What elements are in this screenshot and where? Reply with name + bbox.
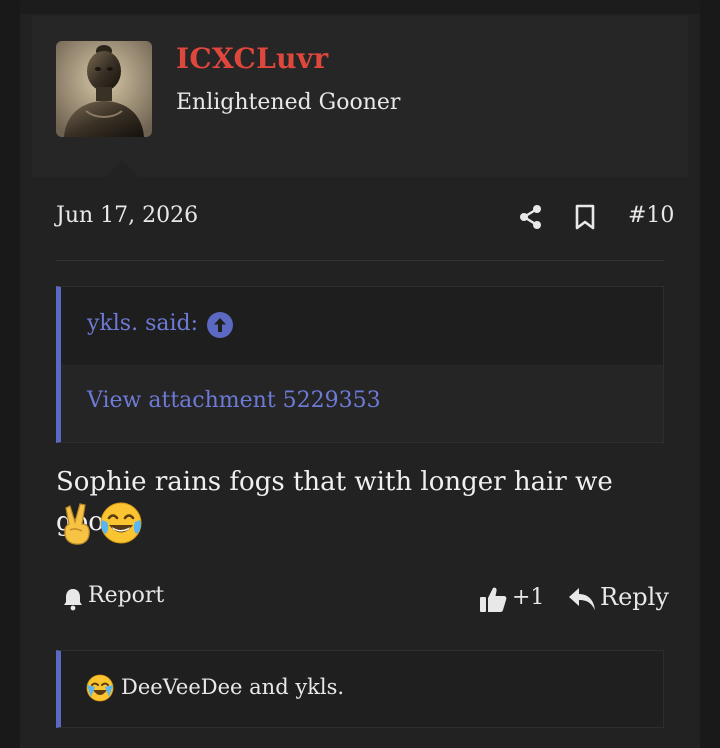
quote-block: ykls. said: View attachment 5229353 bbox=[56, 286, 664, 443]
user-title: Enlightened Gooner bbox=[176, 90, 401, 115]
reactions-bar[interactable]: DeeVeeDee and ykls. bbox=[56, 650, 664, 728]
face-with-tears-of-joy-emoji-icon bbox=[100, 502, 142, 544]
quote-header: ykls. said: bbox=[61, 287, 663, 366]
post-number-link[interactable]: #10 bbox=[628, 203, 674, 228]
share-icon[interactable] bbox=[518, 204, 544, 230]
reply-icon[interactable] bbox=[568, 586, 596, 612]
quote-body: View attachment 5229353 bbox=[61, 366, 663, 442]
thumbs-up-icon[interactable] bbox=[478, 584, 508, 614]
post-date[interactable]: Jun 17, 2026 bbox=[56, 203, 198, 228]
post-top-bar bbox=[20, 0, 700, 14]
post-message: Sophie rains fogs that with longer hair … bbox=[56, 467, 613, 537]
username[interactable]: ICXCLuvr bbox=[176, 42, 328, 75]
reply-button[interactable]: Reply bbox=[600, 583, 669, 611]
avatar-bust-image bbox=[56, 41, 152, 137]
user-header: ICXCLuvr Enlightened Gooner bbox=[32, 16, 688, 177]
bell-icon[interactable] bbox=[62, 587, 84, 611]
like-count[interactable]: +1 bbox=[512, 585, 544, 610]
view-attachment-link[interactable]: View attachment 5229353 bbox=[87, 388, 381, 413]
laughing-crying-emoji-icon bbox=[86, 674, 114, 702]
bookmark-icon[interactable] bbox=[573, 204, 597, 230]
quote-author-link[interactable]: ykls. said: bbox=[87, 311, 198, 336]
report-button[interactable]: Report bbox=[88, 583, 164, 608]
victory-hand-emoji-icon bbox=[64, 503, 90, 545]
divider bbox=[56, 260, 664, 261]
reactions-users-text[interactable]: DeeVeeDee and ykls. bbox=[121, 675, 344, 699]
arrow-up-circle-icon[interactable] bbox=[207, 312, 233, 338]
avatar[interactable] bbox=[56, 41, 152, 137]
header-pointer-arrow bbox=[104, 160, 140, 178]
